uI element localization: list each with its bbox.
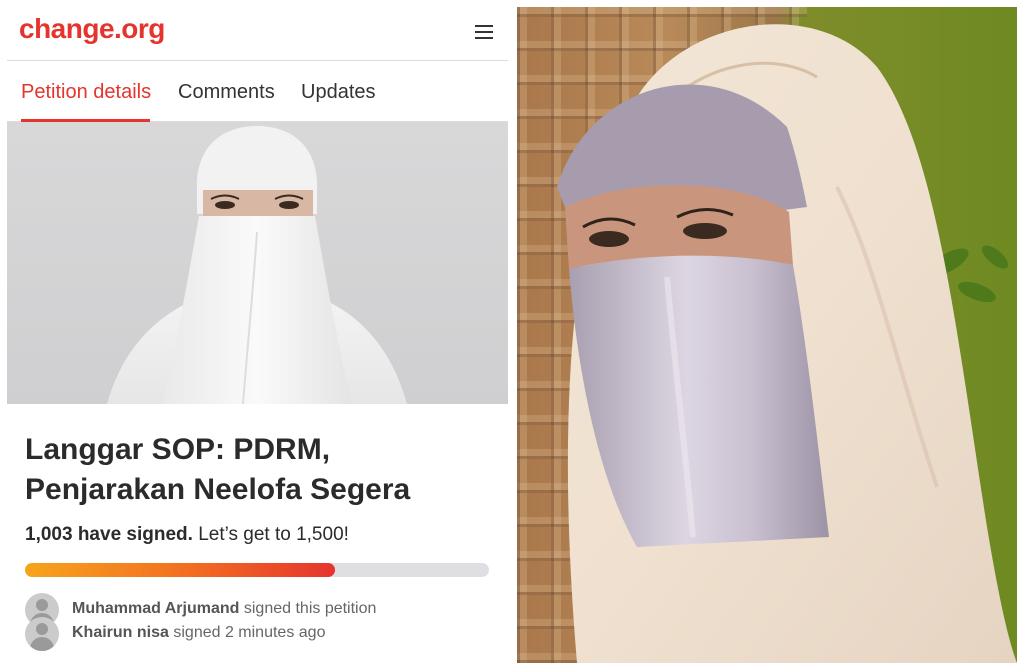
petition-photo [7,122,508,404]
signer-name: Muhammad Arjumand [72,600,240,617]
petition-title: Langgar SOP: PDRM, Penjarakan Neelofa Se… [25,433,411,506]
signature-goal: Let’s get to 1,500! [198,524,349,545]
avatar-icon [25,617,59,651]
hamburger-menu-icon[interactable] [473,22,495,40]
signer-row: Khairun nisa signed 2 minutes ago [25,617,495,651]
signature-progress-bar [25,563,489,577]
change-org-logo[interactable]: change.org [19,13,165,45]
signature-summary: 1,003 have signed. Let’s get to 1,500! [25,524,349,546]
portrait-photo [517,7,1017,663]
signer-action: signed 2 minutes ago [173,624,326,641]
woman-in-white-niqab-illustration [107,126,407,404]
woman-in-lilac-niqab-illustration [557,24,1017,663]
signer-action: signed this petition [243,600,377,617]
signature-count: 1,003 have signed. [25,524,193,545]
petition-screenshot: change.org Petition details Comments Upd… [7,0,508,666]
signature-progress-fill [25,563,336,577]
tab-petition-details[interactable]: Petition details [21,81,151,104]
signer-name: Khairun nisa [72,624,169,641]
signer-text: Muhammad Arjumand signed this petition [72,600,376,618]
signer-text: Khairun nisa signed 2 minutes ago [72,624,325,642]
tab-comments[interactable]: Comments [178,81,275,104]
petition-tabs: Petition details Comments Updates [7,61,508,122]
tab-updates[interactable]: Updates [301,81,376,104]
top-bar: change.org [7,0,508,61]
